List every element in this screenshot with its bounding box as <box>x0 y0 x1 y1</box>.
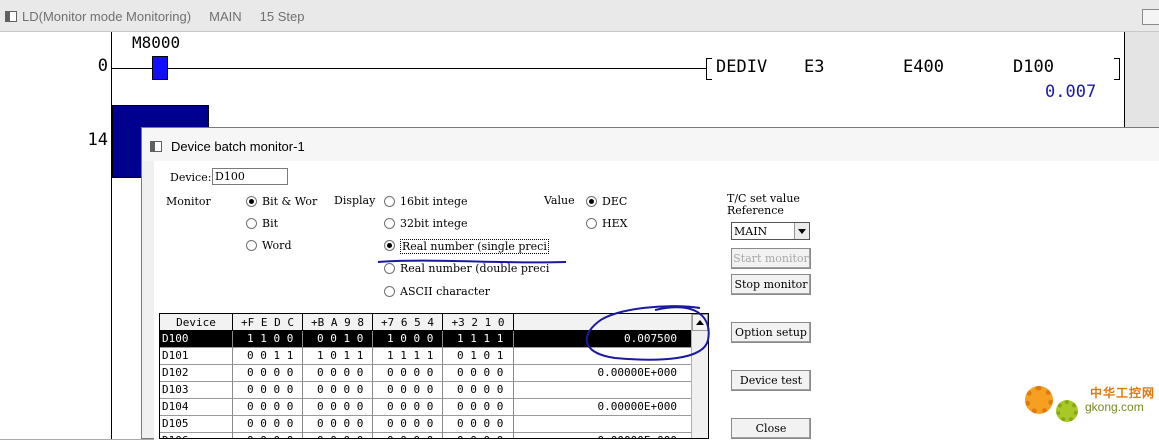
watermark-gear-icon <box>1025 386 1053 414</box>
watermark-text-cn: 中华工控网 <box>1090 386 1156 400</box>
circle-annotation <box>585 305 710 361</box>
watermark-gear-small-icon <box>1056 400 1078 422</box>
watermark-text-domain: gkong.com <box>1085 400 1144 414</box>
annotation-overlay <box>377 259 710 361</box>
underline-annotation <box>377 259 567 264</box>
